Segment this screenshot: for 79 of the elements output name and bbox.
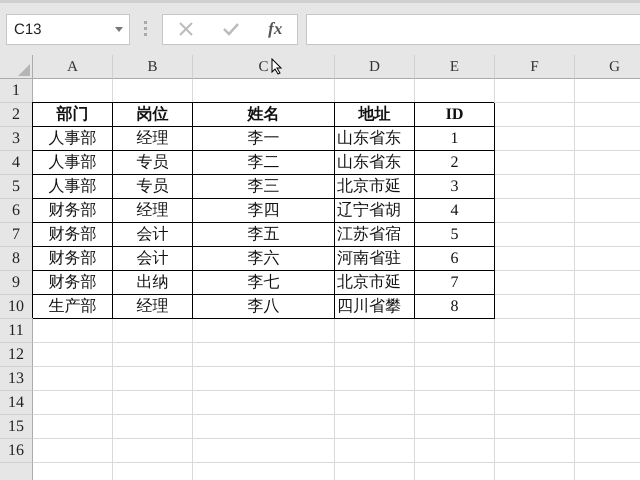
select-all-button[interactable]	[0, 55, 33, 79]
row-header[interactable]: 5	[0, 175, 33, 199]
caret-icon	[115, 26, 123, 32]
table-cell: 岗位	[113, 103, 193, 127]
table-cell: 李一	[193, 127, 335, 151]
row-header[interactable]: 8	[0, 247, 33, 271]
row-header[interactable]: 10	[0, 295, 33, 319]
table-cell: 财务部	[33, 199, 113, 223]
column-header[interactable]: A	[33, 55, 113, 79]
insert-function-button[interactable]: fx	[268, 19, 282, 39]
column-header[interactable]: G	[575, 55, 640, 79]
check-icon[interactable]	[222, 21, 239, 37]
table-cell: 李六	[193, 247, 335, 271]
table-cell: 地址	[335, 103, 415, 127]
table-cell: 辽宁省胡	[335, 199, 415, 223]
table-cell: 专员	[113, 175, 193, 199]
table-cell: 李七	[193, 271, 335, 295]
table-cell: 人事部	[33, 151, 113, 175]
table-cell: 人事部	[33, 127, 113, 151]
row-header[interactable]: 11	[0, 319, 33, 343]
table-cell: 7	[415, 271, 495, 295]
row-header[interactable]: 3	[0, 127, 33, 151]
table-cell: ID	[415, 103, 495, 127]
table-cell: 李八	[193, 295, 335, 319]
table-cell: 部门	[33, 103, 113, 127]
table-cell: 姓名	[193, 103, 335, 127]
table-cell: 8	[415, 295, 495, 319]
row-header[interactable]: 7	[0, 223, 33, 247]
table-cell: 河南省驻	[335, 247, 415, 271]
table-cell: 会计	[113, 223, 193, 247]
row-header[interactable]: 12	[0, 343, 33, 367]
grip-icon	[144, 21, 148, 37]
table-cell: 人事部	[33, 175, 113, 199]
row-header[interactable]: 16	[0, 439, 33, 463]
table-cell: 山东省东	[335, 127, 415, 151]
corner-triangle-icon	[18, 64, 30, 76]
column-header[interactable]: C	[193, 55, 335, 79]
table-cell: 经理	[113, 127, 193, 151]
table-cell: 江苏省宿	[335, 223, 415, 247]
table-cell: 李四	[193, 199, 335, 223]
table-cell: 专员	[113, 151, 193, 175]
row-header[interactable]	[0, 463, 33, 480]
table-cell: 李五	[193, 223, 335, 247]
table-cell: 北京市延	[335, 271, 415, 295]
row-header[interactable]: 9	[0, 271, 33, 295]
table-cell: 6	[415, 247, 495, 271]
column-header[interactable]: F	[495, 55, 575, 79]
cancel-icon[interactable]	[178, 21, 194, 37]
row-header[interactable]: 14	[0, 391, 33, 415]
table-cell: 3	[415, 175, 495, 199]
table-cell: 经理	[113, 199, 193, 223]
row-header[interactable]: 4	[0, 151, 33, 175]
table-cell: 生产部	[33, 295, 113, 319]
table-cell: 4	[415, 199, 495, 223]
table-cell: 北京市延	[335, 175, 415, 199]
table-cell: 山东省东	[335, 151, 415, 175]
name-box[interactable]: C13	[6, 14, 130, 44]
table-cell: 经理	[113, 295, 193, 319]
column-header[interactable]: D	[335, 55, 415, 79]
table-cell: 5	[415, 223, 495, 247]
table-cell: 四川省攀	[335, 295, 415, 319]
table-cell: 会计	[113, 247, 193, 271]
table-cell: 出纳	[113, 271, 193, 295]
row-header[interactable]: 2	[0, 103, 33, 127]
row-header[interactable]: 1	[0, 79, 33, 103]
column-header[interactable]: B	[113, 55, 193, 79]
table-cell: 财务部	[33, 223, 113, 247]
formula-input[interactable]	[306, 14, 640, 44]
table-cell: 李二	[193, 151, 335, 175]
row-header[interactable]: 13	[0, 367, 33, 391]
row-header[interactable]: 15	[0, 415, 33, 439]
table-cell: 1	[415, 127, 495, 151]
table-cell: 财务部	[33, 247, 113, 271]
table-cell: 2	[415, 151, 495, 175]
table-cell: 李三	[193, 175, 335, 199]
column-header[interactable]: E	[415, 55, 495, 79]
table-cell: 财务部	[33, 271, 113, 295]
row-header[interactable]: 6	[0, 199, 33, 223]
mouse-pointer-icon	[271, 58, 282, 75]
